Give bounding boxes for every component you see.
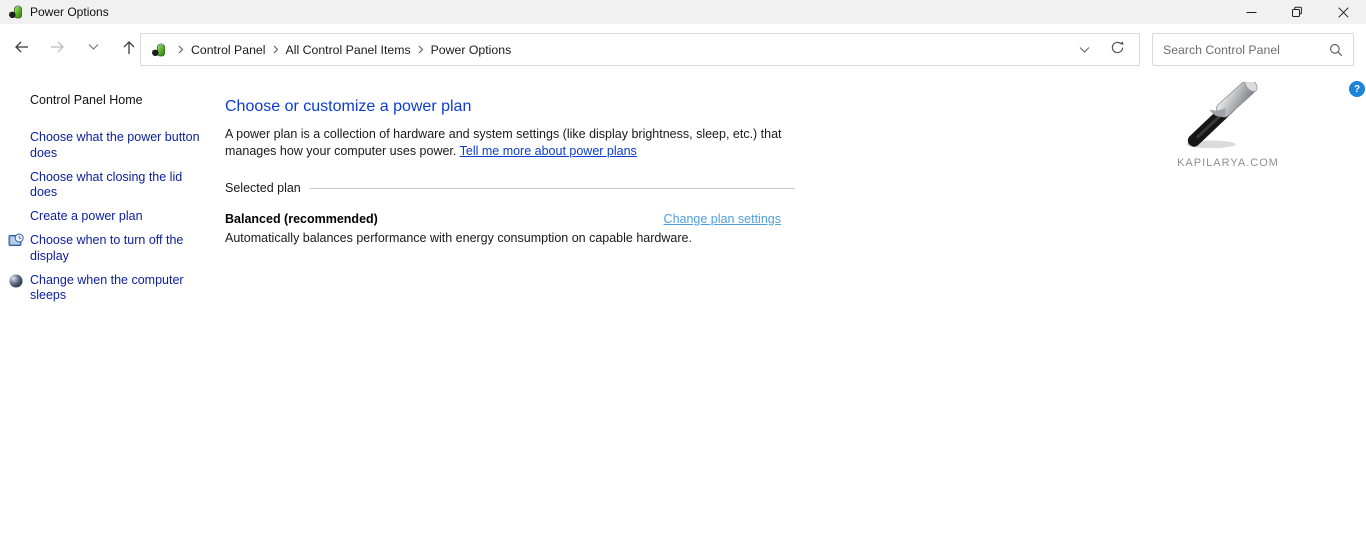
search-box [1152,33,1354,66]
navigation-bar: Control Panel All Control Panel Items Po… [0,24,1366,70]
window-title: Power Options [30,5,109,19]
sidebar-item-closing-lid[interactable]: Choose what closing the lid does [0,170,205,201]
window-controls [1228,0,1366,24]
hammer-icon [1180,82,1276,150]
sidebar-item-computer-sleeps[interactable]: Change when the computer sleeps [0,273,205,304]
power-options-location-icon [151,42,167,58]
forward-button[interactable] [46,36,68,58]
forward-arrow-icon [49,39,66,55]
search-input[interactable] [1163,43,1329,57]
help-question-icon: ? [1354,84,1360,95]
group-divider-line [310,188,795,189]
search-icon [1329,43,1343,57]
up-button[interactable] [118,36,140,58]
sidebar: Control Panel Home Choose what the power… [0,93,212,312]
back-button[interactable] [10,36,32,58]
watermark: KAPILARYA.COM [1170,82,1286,169]
watermark-text: KAPILARYA.COM [1170,157,1286,169]
breadcrumb-separator-icon [273,45,279,54]
plan-description: Automatically balances performance with … [225,231,805,245]
chevron-down-icon [1079,46,1090,54]
minimize-button[interactable] [1228,0,1274,24]
restore-icon [1291,6,1303,18]
sidebar-item-create-power-plan[interactable]: Create a power plan [0,209,205,225]
selected-plan-group: Selected plan [225,181,795,195]
recent-locations-button[interactable] [82,36,104,58]
page-title: Choose or customize a power plan [225,98,805,116]
chevron-down-icon [88,43,99,51]
tell-me-more-link[interactable]: Tell me more about power plans [460,144,637,158]
breadcrumb-power-options[interactable]: Power Options [431,43,512,57]
page-description: A power plan is a collection of hardware… [225,126,805,160]
plan-name: Balanced (recommended) [225,212,378,226]
refresh-icon [1110,40,1125,55]
address-dropdown-button[interactable] [1079,41,1090,59]
breadcrumb-separator-icon [418,45,424,54]
close-button[interactable] [1320,0,1366,24]
breadcrumb-separator-icon [178,45,184,54]
display-clock-icon [8,233,24,249]
sidebar-item-power-button[interactable]: Choose what the power button does [0,130,205,161]
sidebar-item-turn-off-display[interactable]: Choose when to turn off the display [0,233,205,264]
plan-row: Balanced (recommended) Change plan setti… [225,212,781,226]
breadcrumb-all-control-panel-items[interactable]: All Control Panel Items [286,43,411,57]
up-arrow-icon [121,39,137,56]
title-bar: Power Options [0,0,1366,24]
sidebar-item-label: Choose when to turn off the display [30,233,183,263]
sidebar-item-label: Change when the computer sleeps [30,273,184,303]
breadcrumb-control-panel[interactable]: Control Panel [191,43,266,57]
minimize-icon [1246,7,1257,18]
main-panel: Choose or customize a power plan A power… [225,70,805,245]
selected-plan-label: Selected plan [225,181,301,195]
sidebar-item-control-panel-home[interactable]: Control Panel Home [0,93,212,107]
restore-button[interactable] [1274,0,1320,24]
address-bar[interactable]: Control Panel All Control Panel Items Po… [140,33,1140,66]
power-options-app-icon [8,4,24,20]
help-button[interactable]: ? [1349,81,1365,97]
refresh-button[interactable] [1110,40,1125,60]
change-plan-settings-link[interactable]: Change plan settings [664,212,781,226]
sleep-moon-icon [8,273,24,289]
back-arrow-icon [13,39,30,55]
close-icon [1338,7,1349,18]
content-area: Control Panel Home Choose what the power… [0,70,1366,545]
